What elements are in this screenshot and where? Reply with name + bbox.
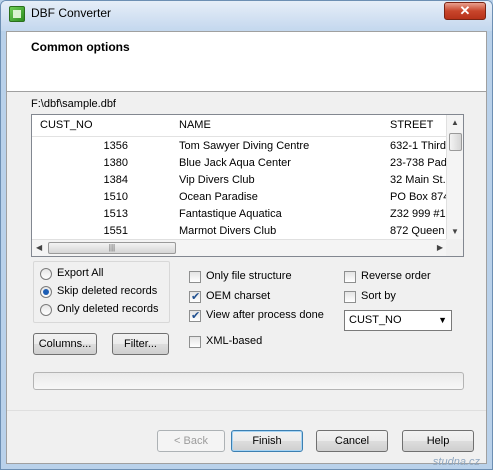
checkbox[interactable] <box>344 291 356 303</box>
radio-button[interactable] <box>40 268 52 280</box>
cell-street: 872 Queen <box>390 225 445 237</box>
progress-bar <box>33 372 464 390</box>
cell-street: Z32 999 #12 <box>390 208 447 220</box>
cell-name: Vip Divers Club <box>179 174 255 186</box>
table-row[interactable]: 1384 Vip Divers Club 32 Main St. <box>32 172 447 189</box>
table-row[interactable]: 1356 Tom Sawyer Diving Centre 632-1 Thir… <box>32 138 447 155</box>
vertical-scroll-thumb[interactable] <box>449 133 462 151</box>
cell-cust-no: 1380 <box>103 157 128 169</box>
checkbox-checked[interactable] <box>189 290 201 303</box>
scroll-right-icon[interactable]: ▶ <box>437 243 443 252</box>
cell-name: Marmot Divers Club <box>179 225 277 237</box>
cell-name: Ocean Paradise <box>179 191 258 203</box>
checkbox[interactable] <box>189 271 201 283</box>
cell-name: Blue Jack Aqua Center <box>179 157 291 169</box>
footer-divider <box>7 410 486 411</box>
checkbox-label: Only file structure <box>206 270 292 282</box>
checkbox-label: XML-based <box>206 335 263 347</box>
table-row[interactable]: 1380 Blue Jack Aqua Center 23-738 Padd <box>32 155 447 172</box>
checkbox-label: Sort by <box>361 290 396 302</box>
export-mode-group: Export All Skip deleted records Only del… <box>33 261 170 323</box>
title-bar[interactable]: DBF Converter ✕ <box>1 1 492 27</box>
table-row[interactable]: 1513 Fantastique Aquatica Z32 999 #12 <box>32 206 447 223</box>
watermark-text: studna.cz <box>432 456 480 468</box>
cell-name: Tom Sawyer Diving Centre <box>179 140 310 152</box>
checkbox[interactable] <box>189 336 201 348</box>
close-button[interactable]: ✕ <box>444 2 486 20</box>
checkbox-label: OEM charset <box>206 290 271 302</box>
page-title: Common options <box>31 40 130 54</box>
horizontal-scroll-thumb[interactable]: ||| <box>48 242 176 254</box>
records-grid[interactable]: CUST_NO NAME STREET 1356 Tom Sawyer Divi… <box>31 114 464 257</box>
cell-cust-no: 1384 <box>103 174 128 186</box>
checkbox-checked[interactable] <box>189 309 201 322</box>
dbf-converter-window: DBF Converter ✕ Common options F:\dbf\sa… <box>0 0 493 470</box>
cell-name: Fantastique Aquatica <box>179 208 282 220</box>
columns-button[interactable]: Columns... <box>33 333 97 355</box>
cell-street: 23-738 Padd <box>390 157 447 169</box>
cell-cust-no: 1510 <box>103 191 128 203</box>
header-band: Common options <box>7 32 486 92</box>
scroll-left-icon[interactable]: ◀ <box>36 243 42 252</box>
cell-street: 32 Main St. <box>390 174 446 186</box>
cell-street: 632-1 Third <box>390 140 447 152</box>
chevron-down-icon[interactable]: ▼ <box>438 311 447 330</box>
cell-cust-no: 1551 <box>103 225 128 237</box>
table-row[interactable]: 1510 Ocean Paradise PO Box 8745 <box>32 189 447 206</box>
app-icon <box>9 6 25 22</box>
radio-label: Skip deleted records <box>57 285 158 297</box>
grid-horizontal-scrollbar[interactable]: ◀ ||| ▶ <box>32 239 447 256</box>
file-path-label: F:\dbf\sample.dbf <box>31 98 116 110</box>
scroll-corner <box>446 239 463 256</box>
sort-field-dropdown[interactable]: CUST_NO ▼ <box>344 310 452 331</box>
table-row[interactable]: 1551 Marmot Divers Club 872 Queen <box>32 223 447 239</box>
back-button[interactable]: < Back <box>157 430 225 452</box>
grid-header: CUST_NO NAME STREET <box>32 115 447 137</box>
checkbox[interactable] <box>344 271 356 283</box>
sort-field-value: CUST_NO <box>349 314 402 326</box>
finish-button[interactable]: Finish <box>231 430 303 452</box>
wizard-client-area: Common options F:\dbf\sample.dbf CUST_NO… <box>6 31 487 464</box>
cell-cust-no: 1356 <box>103 140 128 152</box>
radio-button-selected[interactable] <box>40 286 52 298</box>
scroll-up-icon[interactable]: ▲ <box>451 118 459 127</box>
column-header-street[interactable]: STREET <box>390 119 433 131</box>
cancel-button[interactable]: Cancel <box>316 430 388 452</box>
cell-cust-no: 1513 <box>103 208 128 220</box>
radio-button[interactable] <box>40 304 52 316</box>
checkbox-label: Reverse order <box>361 270 431 282</box>
radio-label: Export All <box>57 267 104 279</box>
column-header-name[interactable]: NAME <box>179 119 211 131</box>
window-title: DBF Converter <box>31 6 112 20</box>
radio-label: Only deleted records <box>57 303 159 315</box>
cell-street: PO Box 8745 <box>390 191 447 203</box>
checkbox-label: View after process done <box>206 309 324 321</box>
help-button[interactable]: Help <box>402 430 474 452</box>
column-header-cust-no[interactable]: CUST_NO <box>40 119 93 131</box>
grid-vertical-scrollbar[interactable]: ▲ ▼ <box>446 115 463 239</box>
scroll-down-icon[interactable]: ▼ <box>451 227 459 236</box>
filter-button[interactable]: Filter... <box>112 333 169 355</box>
